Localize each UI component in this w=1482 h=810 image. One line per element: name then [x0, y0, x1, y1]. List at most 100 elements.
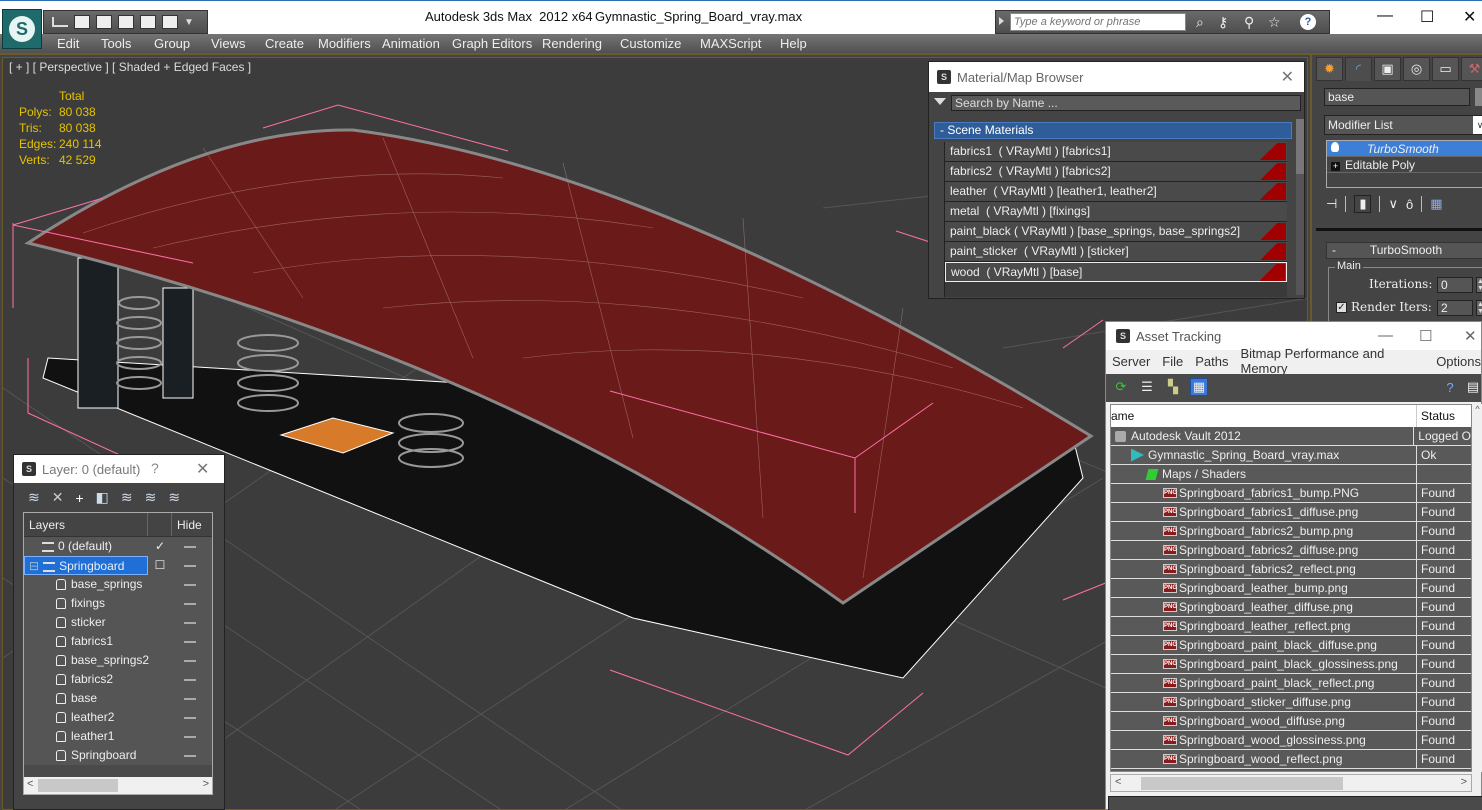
- menu-edit[interactable]: Edit: [57, 36, 79, 51]
- layer-object-row[interactable]: leather1: [24, 727, 212, 746]
- hide-toggle[interactable]: [172, 613, 212, 632]
- help-button[interactable]: ?: [151, 460, 159, 476]
- utilities-tab-icon[interactable]: ⚒: [1461, 57, 1482, 81]
- search-by-name-input[interactable]: Search by Name ...: [951, 95, 1301, 111]
- layer-object-row[interactable]: sticker: [24, 613, 212, 632]
- open-file-icon[interactable]: [52, 17, 68, 27]
- satellite-icon[interactable]: ⚲: [1244, 14, 1254, 31]
- lightbulb-icon[interactable]: [1331, 142, 1339, 152]
- menu-graph-editors[interactable]: Graph Editors: [452, 36, 532, 51]
- asset-row[interactable]: PNG Springboard_wood_reflect.png Found: [1111, 750, 1471, 769]
- menu-help[interactable]: Help: [780, 36, 807, 51]
- maximize-button[interactable]: ☐: [1420, 7, 1434, 27]
- layer-object-row[interactable]: base: [24, 689, 212, 708]
- current-layer-flag[interactable]: [148, 632, 172, 651]
- menu-group[interactable]: Group: [154, 36, 190, 51]
- current-layer-flag[interactable]: ☐: [148, 556, 172, 575]
- asset-row[interactable]: PNG Springboard_wood_diffuse.png Found: [1111, 712, 1471, 731]
- menu-server[interactable]: Server: [1112, 354, 1150, 369]
- hide-toggle[interactable]: [172, 556, 212, 575]
- material-item[interactable]: paint_black ( VRayMtl ) [base_springs, b…: [945, 222, 1287, 242]
- hide-toggle[interactable]: [172, 746, 212, 765]
- vault-status-icon[interactable]: ▤: [1464, 378, 1482, 396]
- list-view-icon[interactable]: ☰: [1138, 378, 1156, 396]
- material-item[interactable]: leather ( VRayMtl ) [leather1, leather2]: [945, 182, 1287, 202]
- material-item[interactable]: metal ( VRayMtl ) [fixings]: [945, 202, 1287, 222]
- asset-vertical-scrollbar[interactable]: ^: [1472, 404, 1482, 772]
- favorites-star-icon[interactable]: ☆: [1268, 14, 1281, 31]
- asset-row[interactable]: PNG Springboard_fabrics2_reflect.png Found: [1111, 560, 1471, 579]
- hide-toggle[interactable]: [172, 594, 212, 613]
- material-list-scrollbar[interactable]: [1296, 119, 1304, 295]
- layer-object-row[interactable]: base_springs: [24, 575, 212, 594]
- pin-stack-icon[interactable]: ⊣: [1326, 196, 1337, 212]
- iterations-input[interactable]: 0: [1437, 277, 1473, 293]
- layer-object-row[interactable]: fabrics2: [24, 670, 212, 689]
- material-item[interactable]: fabrics2 ( VRayMtl ) [fabrics2]: [945, 162, 1287, 182]
- current-layer-flag[interactable]: [148, 594, 172, 613]
- asset-row[interactable]: PNG Springboard_leather_diffuse.png Found: [1111, 598, 1471, 617]
- current-layer-flag[interactable]: [148, 727, 172, 746]
- asset-row[interactable]: PNG Springboard_paint_black_reflect.png Fo…: [1111, 674, 1471, 693]
- layer-object-row[interactable]: fabrics1: [24, 632, 212, 651]
- minimize-button[interactable]: —: [1378, 327, 1393, 344]
- column-hide[interactable]: Hide: [172, 513, 202, 536]
- hide-all-layers-icon[interactable]: ≋: [145, 489, 157, 506]
- redo-icon[interactable]: [162, 15, 178, 29]
- iterations-spinner[interactable]: ▲ ▼: [1476, 277, 1482, 293]
- menu-customize[interactable]: Customize: [620, 36, 681, 51]
- new-scene-icon[interactable]: [96, 15, 112, 29]
- asset-row[interactable]: PNG Springboard_paint_black_diffuse.png Fo…: [1111, 636, 1471, 655]
- stack-item-editable-poly[interactable]: + Editable Poly: [1327, 157, 1482, 173]
- keyword-search-input[interactable]: [1010, 13, 1186, 31]
- viewport-label-menu[interactable]: [ + ] [ Perspective ] [ Shaded + Edged F…: [9, 60, 251, 74]
- layer-horizontal-scrollbar[interactable]: < >: [24, 777, 212, 794]
- motion-tab-icon[interactable]: ◎: [1403, 57, 1430, 81]
- layer-manager-titlebar[interactable]: S Layer: 0 (default) ? ✕: [14, 455, 224, 483]
- help-icon[interactable]: ?: [1300, 14, 1316, 30]
- help-icon[interactable]: ?: [1441, 378, 1459, 396]
- asset-row[interactable]: PNG Springboard_leather_bump.png Found: [1111, 579, 1471, 598]
- render-iters-spinner[interactable]: ▲ ▼: [1476, 300, 1482, 316]
- key-icon[interactable]: ⚷: [1218, 14, 1228, 31]
- layer-object-row[interactable]: fixings: [24, 594, 212, 613]
- binoculars-icon[interactable]: ⌕: [1196, 14, 1204, 31]
- close-button[interactable]: ✕: [1464, 327, 1477, 345]
- menu-animation[interactable]: Animation: [382, 36, 440, 51]
- collapse-icon[interactable]: ⊟: [29, 559, 39, 573]
- show-end-result-icon[interactable]: ▮: [1354, 195, 1372, 213]
- asset-row[interactable]: Maps / Shaders: [1111, 465, 1471, 484]
- scrollbar-thumb[interactable]: [38, 779, 118, 792]
- menu-maxscript[interactable]: MAXScript: [700, 36, 761, 51]
- current-layer-flag[interactable]: [148, 651, 172, 670]
- select-objects-icon[interactable]: ◧: [96, 489, 109, 506]
- maximize-button[interactable]: ☐: [1419, 327, 1432, 345]
- turbosmooth-rollout-header[interactable]: - TurboSmooth: [1326, 242, 1482, 259]
- hide-toggle[interactable]: [172, 632, 212, 651]
- asset-row[interactable]: Gymnastic_Spring_Board_vray.max Ok: [1111, 446, 1471, 465]
- hide-toggle[interactable]: [172, 708, 212, 727]
- filter-dropdown-icon[interactable]: [934, 98, 946, 105]
- close-button[interactable]: ✕: [1463, 7, 1476, 27]
- menu-create[interactable]: Create: [265, 36, 304, 51]
- hide-toggle[interactable]: [172, 537, 212, 556]
- menu-paths[interactable]: Paths: [1195, 354, 1228, 369]
- current-layer-flag[interactable]: [148, 670, 172, 689]
- asset-row[interactable]: PNG Springboard_paint_black_glossiness.pn…: [1111, 655, 1471, 674]
- create-layer-icon[interactable]: ≋: [28, 489, 40, 506]
- menu-options[interactable]: Options: [1436, 354, 1481, 369]
- asset-row[interactable]: PNG Springboard_leather_reflect.png Found: [1111, 617, 1471, 636]
- project-folder-icon[interactable]: [118, 15, 134, 29]
- material-item-selected[interactable]: wood ( VRayMtl ) [base]: [945, 262, 1287, 282]
- scrollbar-thumb[interactable]: [1141, 777, 1343, 790]
- current-layer-flag[interactable]: [148, 746, 172, 765]
- undo-icon[interactable]: [140, 15, 156, 29]
- asset-row[interactable]: PNG Springboard_fabrics2_bump.png Found: [1111, 522, 1471, 541]
- object-color-swatch[interactable]: [1475, 88, 1482, 106]
- display-tab-icon[interactable]: ▭: [1432, 57, 1459, 81]
- highlight-layers-icon[interactable]: ≋: [121, 489, 133, 506]
- hide-toggle[interactable]: [172, 670, 212, 689]
- expand-arrow-icon[interactable]: [999, 17, 1004, 25]
- add-to-layer-icon[interactable]: +: [75, 490, 83, 506]
- expand-plus-icon[interactable]: +: [1331, 162, 1340, 171]
